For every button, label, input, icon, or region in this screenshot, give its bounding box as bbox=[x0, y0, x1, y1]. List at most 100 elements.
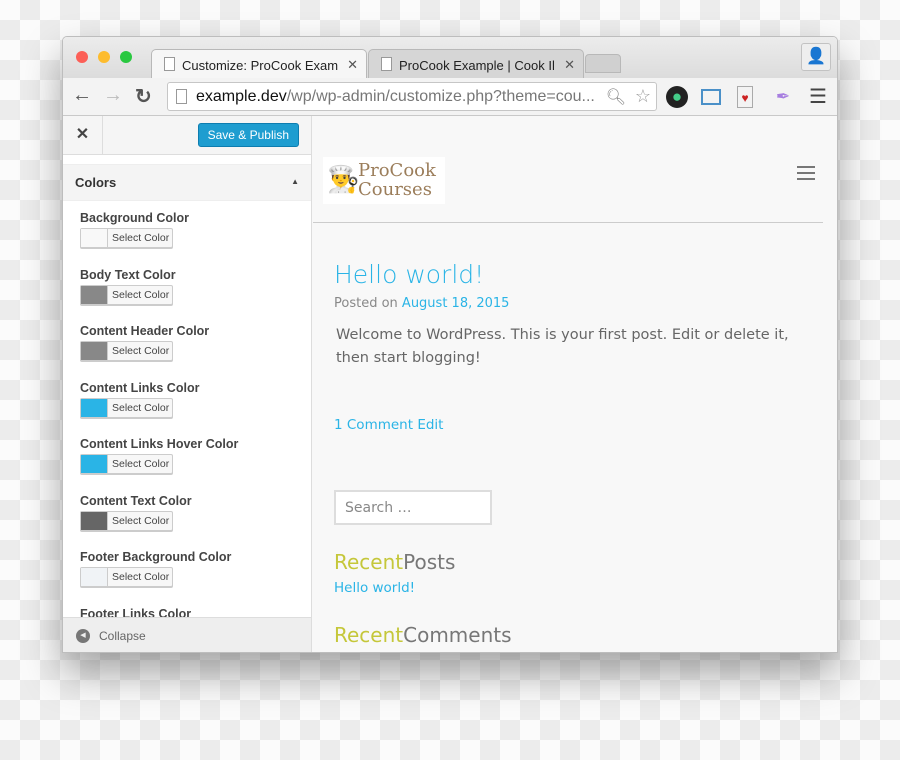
page-icon bbox=[164, 57, 175, 71]
post-title[interactable]: Hello world! bbox=[334, 260, 484, 289]
select-color-button[interactable]: Select Color bbox=[80, 397, 173, 418]
control-label: Content Text Color bbox=[80, 493, 192, 508]
maximize-window-button[interactable] bbox=[120, 51, 132, 63]
new-tab-button[interactable] bbox=[585, 54, 621, 73]
color-swatch bbox=[81, 568, 108, 586]
edit-link[interactable]: Edit bbox=[417, 417, 443, 433]
title-part: Posts bbox=[403, 550, 456, 574]
color-swatch bbox=[81, 342, 108, 360]
tab-procook[interactable]: ProCook Example | Cook Il ✕ bbox=[368, 49, 584, 78]
title-part: Comments bbox=[403, 623, 512, 647]
browser-window: Customize: ProCook Exam ✕ ProCook Exampl… bbox=[62, 36, 838, 653]
address-bar[interactable]: example.dev/wp/wp-admin/customize.php?th… bbox=[167, 82, 657, 111]
minimize-window-button[interactable] bbox=[98, 51, 110, 63]
control-label: Background Color bbox=[80, 211, 190, 225]
collapse-arrow-icon: ◀ bbox=[76, 629, 90, 643]
zoom-icon[interactable]: 🔍︎ bbox=[606, 87, 626, 107]
close-customizer-button[interactable]: ✕ bbox=[63, 116, 103, 154]
tab-title: ProCook Example | Cook Il bbox=[399, 58, 555, 73]
select-color-button[interactable]: Select Color bbox=[80, 510, 173, 531]
color-control: Content Links Hover Color Select Color bbox=[63, 427, 311, 484]
select-color-label: Select Color bbox=[112, 401, 170, 414]
control-label: Footer Background Color bbox=[80, 550, 232, 564]
title-part: Recent bbox=[334, 550, 404, 574]
color-swatch bbox=[81, 229, 108, 247]
menu-icon[interactable]: ☰ bbox=[807, 86, 829, 108]
color-control: Footer Links Color Select Color bbox=[63, 597, 311, 618]
back-icon[interactable]: ← bbox=[72, 84, 92, 107]
post-meta: Posted on August 18, 2015 bbox=[334, 296, 509, 311]
reload-icon[interactable]: ↻ bbox=[135, 84, 152, 109]
color-swatch bbox=[81, 455, 108, 473]
search-input[interactable]: Search … bbox=[334, 490, 492, 525]
tab-customize[interactable]: Customize: ProCook Exam ✕ bbox=[151, 49, 367, 78]
select-color-label: Select Color bbox=[112, 458, 170, 470]
page-icon bbox=[381, 57, 392, 71]
screen-capture-icon[interactable] bbox=[701, 89, 721, 105]
save-publish-button[interactable]: Save & Publish bbox=[197, 123, 299, 147]
recent-posts-title: RecentPosts bbox=[334, 550, 455, 574]
select-color-label: Select Color bbox=[112, 514, 170, 527]
customizer-sidebar: ✕ Save & Publish Colors ▲ Background Col… bbox=[63, 116, 312, 652]
select-color-label: Select Color bbox=[112, 345, 170, 357]
site-logo[interactable]: 👨‍🍳 ProCook Courses bbox=[323, 157, 445, 204]
recent-comments-title: RecentComments bbox=[334, 623, 512, 647]
logo-line2: Courses bbox=[358, 179, 432, 200]
select-color-button[interactable]: Select Color bbox=[80, 567, 173, 587]
logo-line1: ProCook bbox=[358, 160, 436, 181]
color-swatch bbox=[81, 285, 108, 304]
site-preview: 👨‍🍳 ProCook Courses Hello world! Posted … bbox=[313, 116, 837, 652]
color-control: Content Links Color Select Color bbox=[63, 371, 311, 428]
header-divider bbox=[313, 222, 823, 223]
customizer-header: ✕ Save & Publish bbox=[63, 116, 311, 155]
page-icon bbox=[176, 89, 187, 104]
post-body: Welcome to WordPress. This is your first… bbox=[336, 327, 789, 366]
color-control: Background Color Select Color bbox=[63, 201, 311, 258]
post-links: 1 Comment Edit bbox=[334, 417, 443, 433]
comments-link[interactable]: 1 Comment bbox=[334, 417, 413, 433]
url-host: example.dev bbox=[196, 88, 287, 105]
title-part: Recent bbox=[334, 623, 404, 647]
posted-on-label: Posted on bbox=[334, 296, 402, 311]
control-label: Content Links Color bbox=[80, 380, 200, 395]
color-swatch bbox=[81, 398, 108, 417]
color-swatch bbox=[81, 511, 108, 530]
collapse-label: Collapse bbox=[99, 629, 146, 643]
select-color-button[interactable]: Select Color bbox=[80, 284, 173, 305]
forward-icon[interactable]: → bbox=[103, 84, 123, 107]
star-icon[interactable]: ☆ bbox=[635, 86, 651, 107]
control-label: Body Text Color bbox=[80, 267, 176, 282]
camera-extension-icon[interactable]: ● bbox=[666, 86, 688, 108]
url-path: /wp/wp-admin/customize.php?theme=cou... bbox=[286, 88, 595, 105]
chef-logo-icon: 👨‍🍳 bbox=[327, 165, 360, 195]
control-label: Content Header Color bbox=[80, 324, 210, 338]
select-color-button[interactable]: Select Color bbox=[80, 454, 173, 474]
close-tab-icon[interactable]: ✕ bbox=[347, 57, 358, 73]
select-color-label: Select Color bbox=[112, 232, 170, 244]
control-label: Content Links Hover Color bbox=[80, 437, 239, 451]
quill-extension-icon[interactable]: ✒ bbox=[772, 86, 794, 108]
tab-title: Customize: ProCook Exam bbox=[182, 58, 339, 73]
color-control: Content Text Color Select Color bbox=[63, 484, 311, 541]
color-controls: Background Color Select Color Body Text C… bbox=[63, 201, 311, 617]
color-control: Content Header Color Select Color bbox=[63, 314, 311, 371]
select-color-button[interactable]: Select Color bbox=[80, 228, 173, 248]
color-control: Footer Background Color Select Color bbox=[63, 540, 311, 597]
profile-icon[interactable]: 👤 bbox=[801, 43, 831, 71]
color-control: Body Text Color Select Color bbox=[63, 258, 311, 315]
close-tab-icon[interactable]: ✕ bbox=[564, 57, 575, 73]
select-color-label: Select Color bbox=[112, 571, 170, 583]
close-window-button[interactable] bbox=[76, 51, 88, 63]
select-color-button[interactable]: Select Color bbox=[80, 341, 173, 361]
section-title: Colors bbox=[75, 175, 117, 190]
pocket-extension-icon[interactable]: ♥ bbox=[737, 86, 753, 108]
select-color-label: Select Color bbox=[112, 288, 170, 301]
section-colors[interactable]: Colors ▲ bbox=[63, 164, 311, 201]
collapse-button[interactable]: ◀ Collapse bbox=[63, 617, 311, 652]
tab-bar: Customize: ProCook Exam ✕ ProCook Exampl… bbox=[63, 37, 837, 78]
hamburger-menu-icon[interactable] bbox=[797, 166, 815, 184]
collapse-arrow-icon: ▲ bbox=[291, 177, 299, 186]
control-label: Footer Links Color bbox=[80, 606, 192, 618]
recent-post-link[interactable]: Hello world! bbox=[334, 580, 415, 596]
post-date-link[interactable]: August 18, 2015 bbox=[402, 296, 510, 311]
